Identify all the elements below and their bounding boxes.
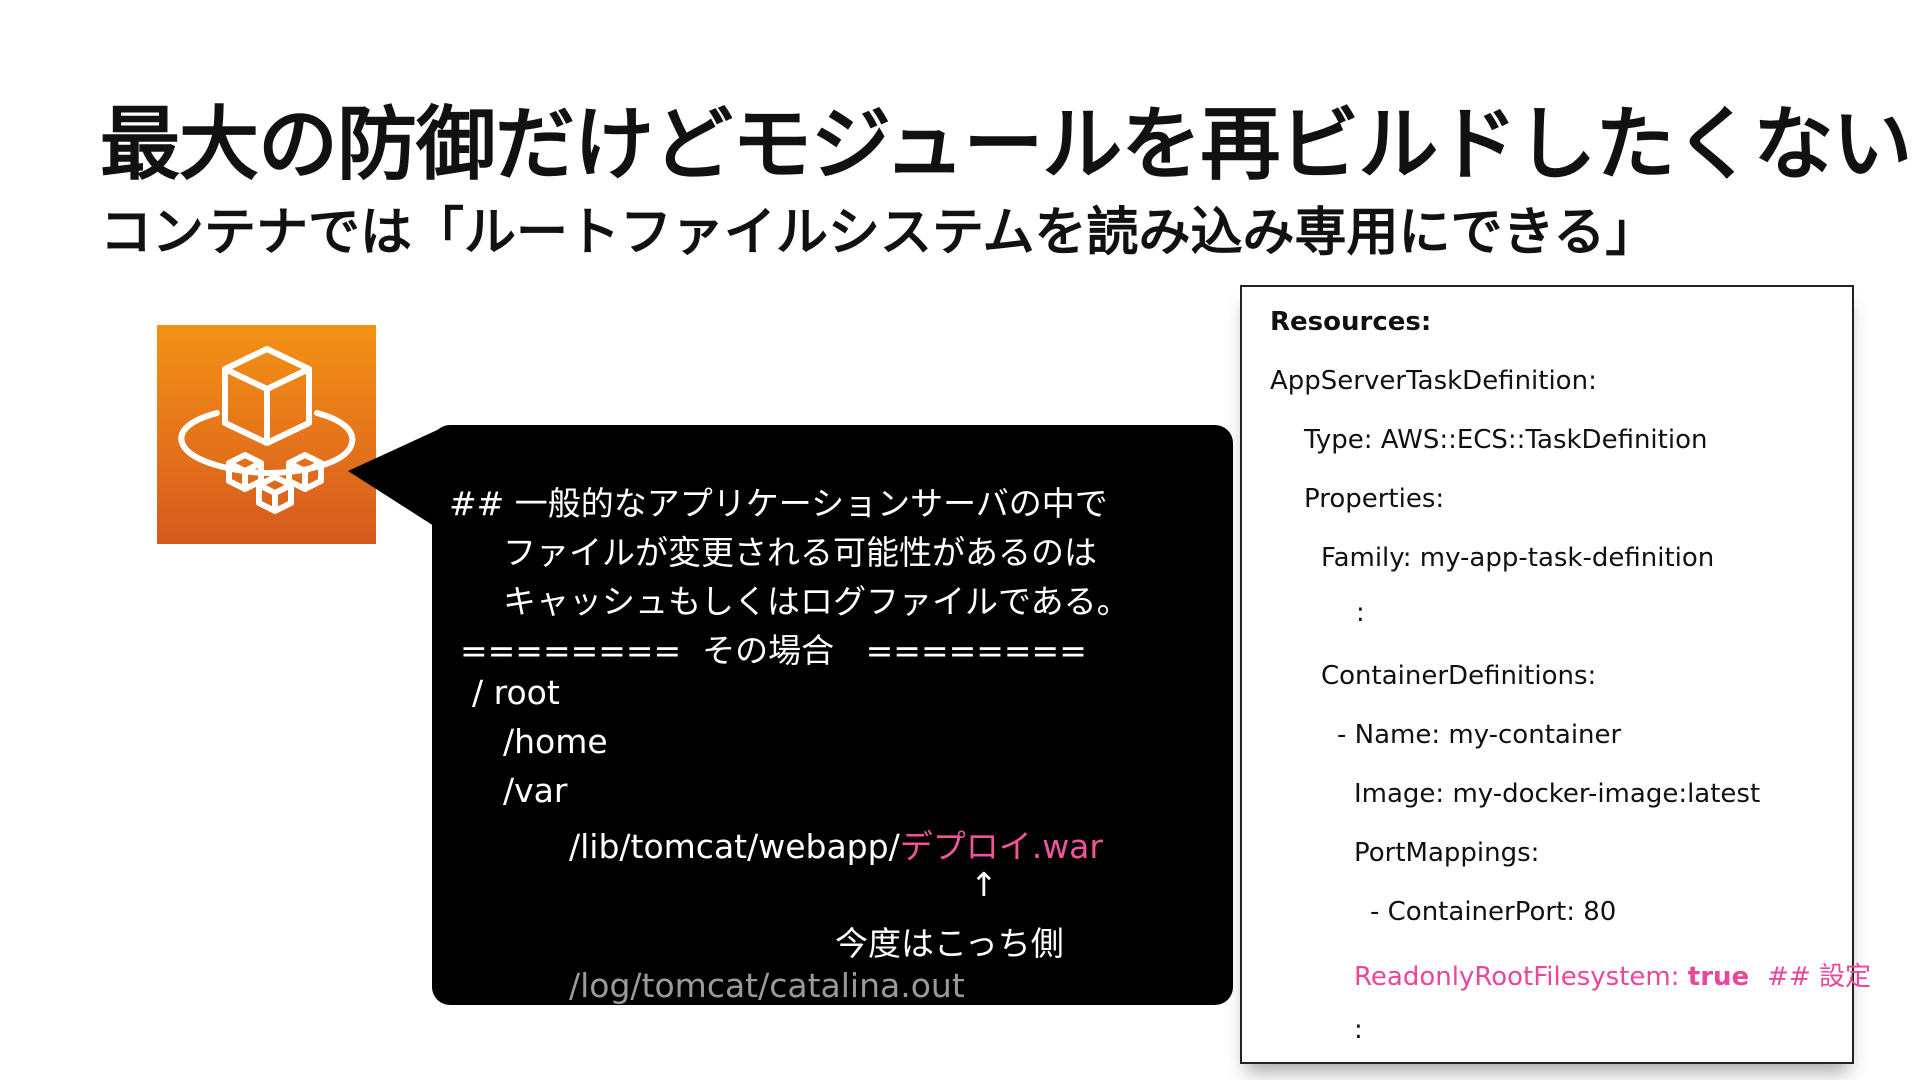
yaml-config-box: Resources: AppServerTaskDefinition: Type… xyxy=(1240,285,1871,1064)
readonly-value: true xyxy=(1687,962,1750,992)
slide: 最大の防御だけどモジュールを再ビルドしたくない コンテナでは「ルートファイルシス… xyxy=(0,0,1920,1080)
yaml-line: : xyxy=(1354,1015,1363,1045)
yaml-line-readonly: ReadonlyRootFilesystem: true ## 設定 xyxy=(1354,956,1871,993)
yaml-line: PortMappings: xyxy=(1354,838,1540,868)
bubble-line: ## 一般的なアプリケーションサーバの中で xyxy=(449,484,1108,523)
yaml-line: ContainerDefinitions: xyxy=(1321,661,1597,691)
yaml-line: AppServerTaskDefinition: xyxy=(1270,366,1597,396)
yaml-line: Type: AWS::ECS::TaskDefinition xyxy=(1304,425,1708,455)
up-arrow: ↑ xyxy=(970,865,998,904)
container-service-icon xyxy=(178,346,356,514)
bubble-line-webapp: /lib/tomcat/webapp/デプロイ.war xyxy=(569,820,1103,868)
webapp-path: /lib/tomcat/webapp/ xyxy=(569,827,900,866)
readonly-comment: ## 設定 xyxy=(1767,962,1872,992)
slide-title: 最大の防御だけどモジュールを再ビルドしたくない xyxy=(100,98,1912,191)
yaml-line: - Name: my-container xyxy=(1337,720,1622,750)
bubble-line: ======== その場合 ======== xyxy=(460,631,1087,670)
deploy-war-file: デプロイ.war xyxy=(899,827,1103,866)
slide-subtitle: コンテナでは「ルートファイルシステムを読み込み専用にできる」 xyxy=(100,203,1658,263)
yaml-line: : xyxy=(1356,598,1365,628)
yaml-line: Properties: xyxy=(1304,484,1445,514)
bubble-line-log: /log/tomcat/catalina.out xyxy=(569,966,965,1005)
bubble-line: ファイルが変更される可能性があるのは xyxy=(503,533,1097,572)
bubble-line: /home xyxy=(503,722,608,761)
bubble-line: 今度はこっち側 xyxy=(835,924,1064,963)
speech-bubble: ## 一般的なアプリケーションサーバの中で ファイルが変更される可能性があるのは… xyxy=(432,425,1233,1005)
yaml-line: Family: my-app-task-definition xyxy=(1321,543,1715,573)
bubble-line: / root xyxy=(472,673,560,712)
yaml-line: Resources: xyxy=(1270,307,1432,337)
bubble-line: キャッシュもしくはログファイルである。 xyxy=(503,582,1130,621)
bubble-text: ## 一般的なアプリケーションサーバの中で ファイルが変更される可能性があるのは… xyxy=(432,425,1233,1005)
bubble-line: /var xyxy=(503,771,568,810)
readonly-key: ReadonlyRootFilesystem: xyxy=(1354,962,1688,992)
yaml-line: Image: my-docker-image:latest xyxy=(1354,779,1761,809)
container-service-logo xyxy=(157,325,376,544)
yaml-line: - ContainerPort: 80 xyxy=(1370,897,1617,927)
